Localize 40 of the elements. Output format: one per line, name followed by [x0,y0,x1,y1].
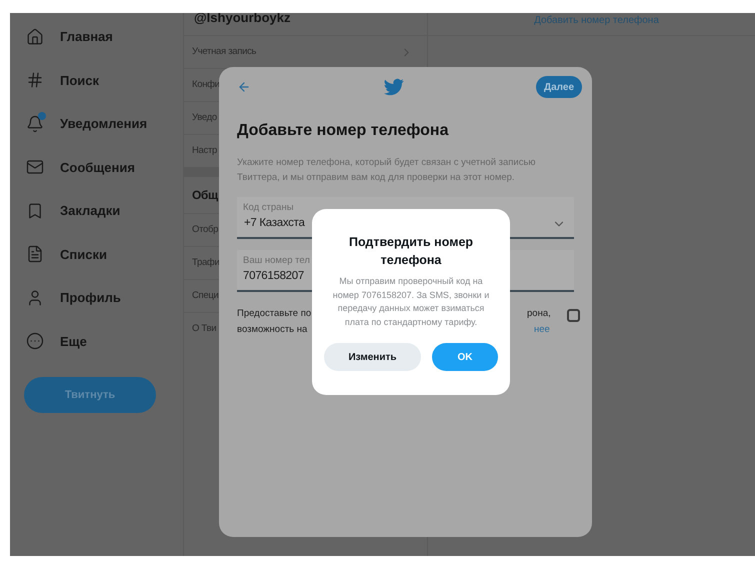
hash-icon [26,71,44,90]
nav-item[interactable]: Сообщения [60,158,135,177]
consent-text: Предоставьте по [237,307,312,321]
consent-checkbox[interactable] [567,309,580,322]
settings-item[interactable]: Конфи [192,78,220,92]
nav-item[interactable]: Главная [60,27,113,46]
nav-item[interactable]: Списки [60,244,107,264]
consent-text: возможность на [237,323,308,337]
nav-item[interactable]: Поиск [60,70,100,90]
nav-item[interactable]: Еще [60,332,87,351]
add-phone-link[interactable]: Добавить номер телефона [534,13,659,28]
change-button[interactable]: Изменить [324,343,421,371]
section-title: Общ [192,187,218,204]
bell-icon [26,114,44,133]
tweet-button[interactable]: Твитнуть [24,377,156,413]
modal-title: Добавьте номер телефона [237,121,450,141]
settings-item[interactable]: Учетная запись [192,44,256,60]
settings-item[interactable]: О Тви [192,322,216,336]
bookmark-icon [26,202,44,220]
learn-more-link[interactable]: нее [534,322,550,338]
next-button[interactable]: Далее [536,76,582,98]
bird-logo-icon [384,77,404,97]
consent-text: рона, [527,307,551,321]
settings-item[interactable]: Настр [192,144,218,158]
mail-icon [26,158,44,176]
dialog-message: Мы отправим проверочный код на номер 7076158207. За SMS, звонки и передачу данных может взиматься плата по стандартному тарифу. [332,275,490,329]
ok-button[interactable]: OK [432,343,498,371]
settings-item[interactable]: Отобр [192,222,218,238]
settings-item[interactable]: Трафи [192,256,220,270]
home-icon [26,28,44,46]
modal-description: Укажите номер телефона, который будет связан с учетной записью Твиттера, и мы отправим вам код для проверки на этот номер. [237,156,537,185]
more-icon [26,332,44,350]
dialog-title: Подтвердить номер телефона [348,234,474,269]
nav-item[interactable]: Профиль [60,288,121,308]
user-icon [26,288,44,307]
settings-item[interactable]: Специ [192,288,219,304]
settings-item[interactable]: Уведо [192,110,217,126]
nav-item[interactable]: Уведомления [60,114,148,134]
document-icon [26,245,44,264]
nav-item[interactable]: Закладки [60,201,120,220]
